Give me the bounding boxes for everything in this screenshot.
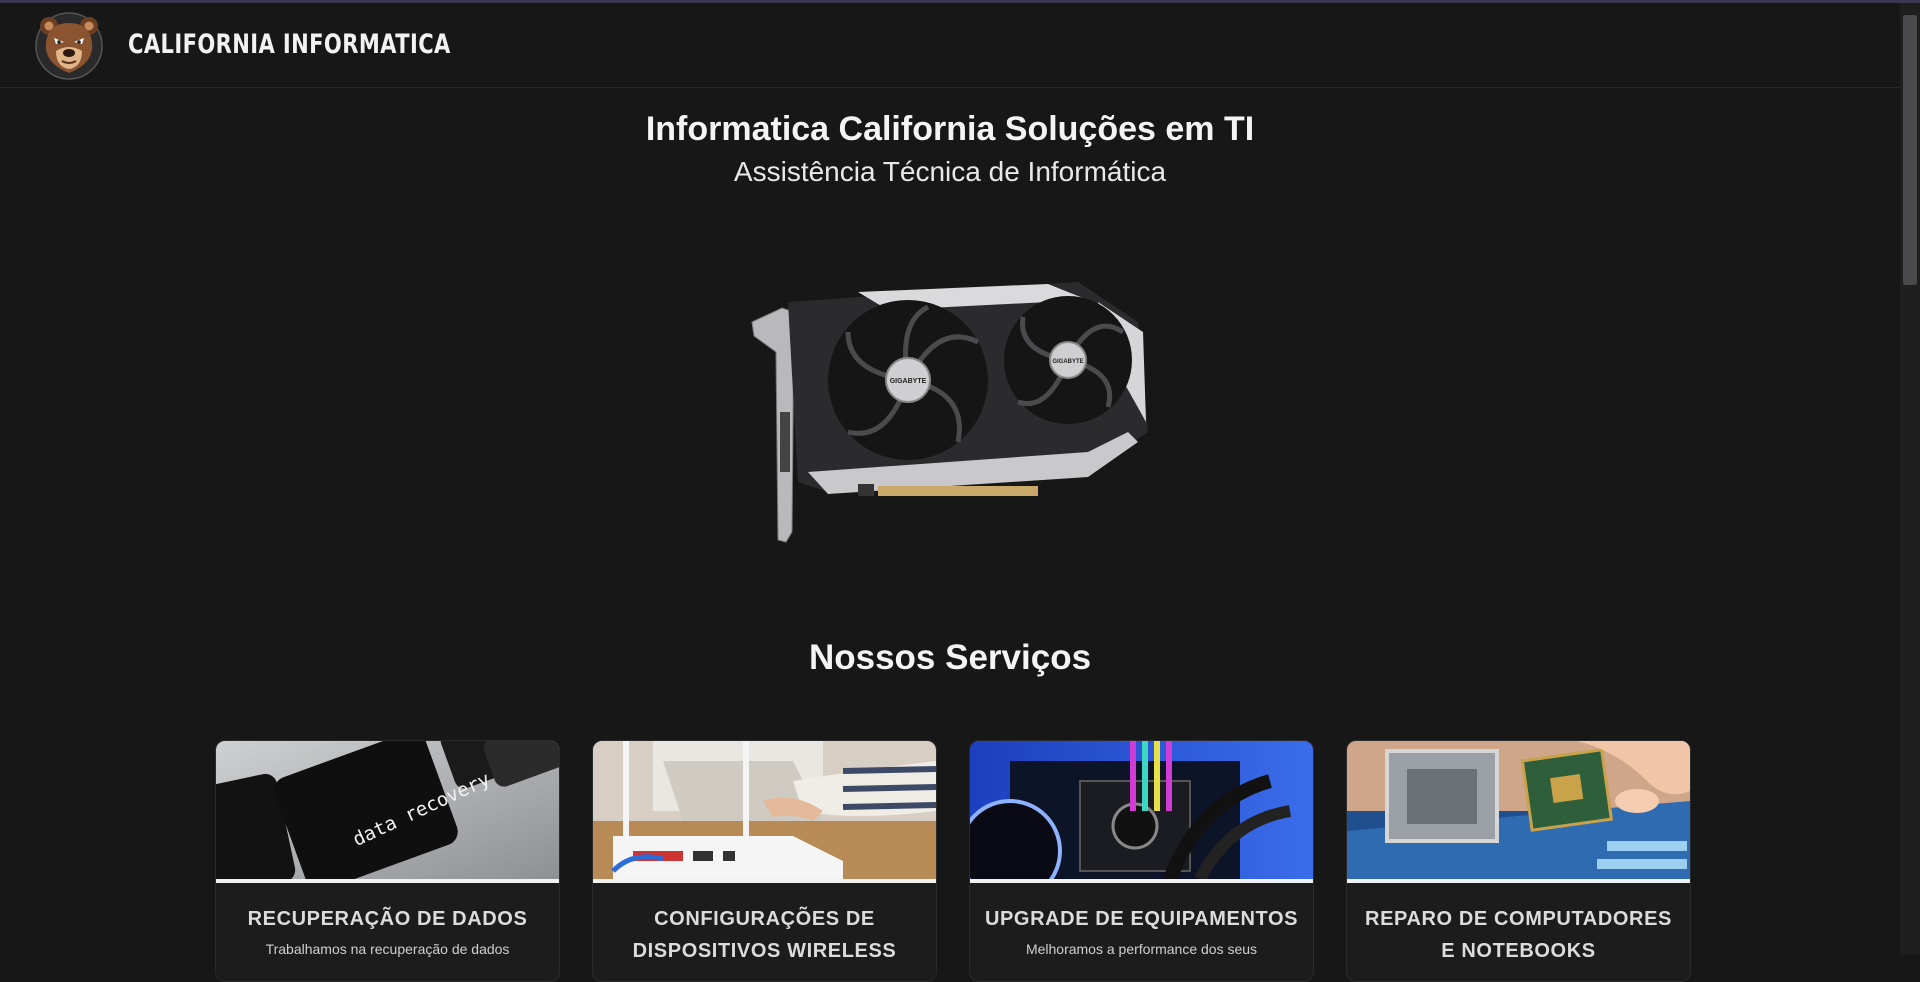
- data-recovery-key-image: data recovery: [216, 741, 559, 879]
- service-card-upgrade[interactable]: UPGRADE DE EQUIPAMENTOS Melhoramos a per…: [969, 740, 1314, 982]
- service-card-title: UPGRADE DE EQUIPAMENTOS: [984, 908, 1299, 930]
- card-divider: [970, 879, 1313, 883]
- hero-subtitle: Assistência Técnica de Informática: [733, 156, 1167, 187]
- pc-upgrade-image: [970, 741, 1313, 879]
- gpu-brand-label: GIGABYTE: [1052, 359, 1083, 365]
- service-card-wireless[interactable]: CONFIGURAÇÕES DE DISPOSITIVOS WIRELESS: [592, 740, 937, 982]
- service-card-title: CONFIGURAÇÕES DE DISPOSITIVOS WIRELESS: [632, 908, 897, 962]
- site-header: CALIFORNIA INFORMATICA: [0, 3, 1900, 88]
- brand-name[interactable]: CALIFORNIA INFORMATICA: [128, 29, 451, 60]
- gpu-brand-label: GIGABYTE: [890, 378, 927, 385]
- scrollbar-thumb[interactable]: [1903, 15, 1917, 285]
- card-divider: [593, 879, 936, 883]
- service-card-data-recovery[interactable]: data recovery RECUPERAÇÃO DE DADOS Traba…: [215, 740, 560, 982]
- cpu-repair-image: [1347, 741, 1690, 879]
- services-section-title: Nossos Serviços: [808, 638, 1092, 677]
- card-divider: [216, 879, 559, 883]
- service-card-title: RECUPERAÇÃO DE DADOS: [247, 908, 528, 930]
- service-card-title: REPARO DE COMPUTADORES E NOTEBOOKS: [1365, 908, 1672, 962]
- page-scrollbar[interactable]: [1900, 3, 1920, 955]
- wireless-router-image: [593, 741, 936, 879]
- hero-title: Informatica California Soluções em TI: [645, 110, 1255, 148]
- bear-logo-icon[interactable]: [34, 11, 104, 81]
- graphics-card-image: GIGABYTE GIGABYTE: [748, 262, 1148, 552]
- card-divider: [1347, 879, 1690, 883]
- service-card-repair[interactable]: REPARO DE COMPUTADORES E NOTEBOOKS: [1346, 740, 1691, 982]
